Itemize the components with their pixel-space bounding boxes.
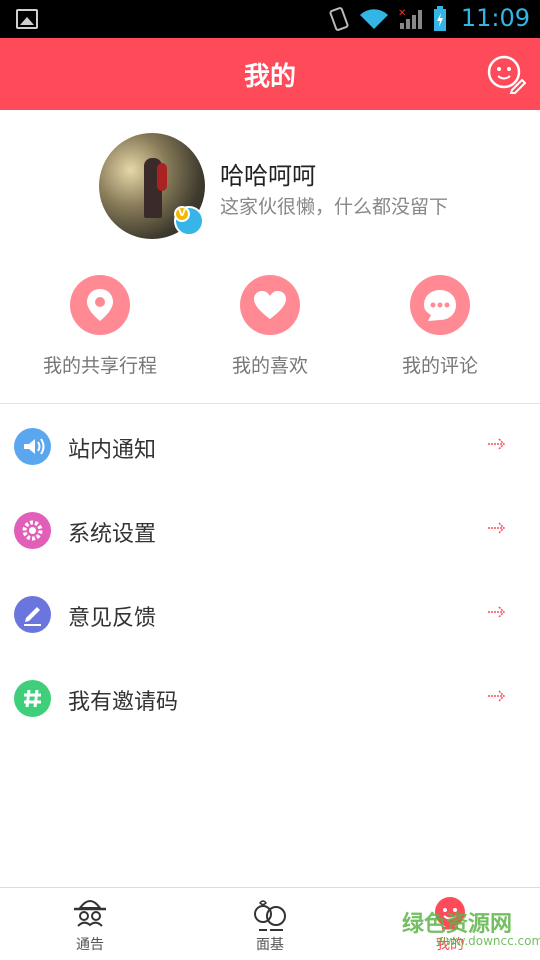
clock: 11:09 [460,4,530,32]
menu-item-invite-code[interactable]: 我有邀请码 [0,656,540,740]
avatar-figure-accent [157,163,167,191]
menu-item-label: 意见反馈 [68,606,157,631]
menu-item-notifications[interactable]: 站内通知 [0,404,540,488]
couple-icon [254,900,286,931]
vip-badge: V [174,206,204,236]
heart-icon [240,275,300,335]
menu-item-label: 我有邀请码 [68,690,179,715]
signal-icon: ✕ [398,8,422,29]
signature: 这家伙很懒，什么都没留下 [220,196,449,218]
quick-action-likes[interactable]: 我的喜欢 [180,275,360,378]
tab-label: 通告 [76,937,104,953]
menu-item-settings[interactable]: 系统设置 [0,488,540,572]
chat-bubble-icon [410,275,470,335]
smiley-pencil-icon[interactable] [486,54,526,94]
quick-action-comments[interactable]: 我的评论 [350,275,530,378]
vip-badge-letter: V [174,206,190,222]
hashtag-icon [14,680,51,717]
tab-announcements[interactable]: 通告 [0,888,180,960]
arrow-right-icon [488,690,506,702]
quick-action-label: 我的共享行程 [42,355,157,377]
arrow-right-icon [488,438,506,450]
quick-action-label: 我的喜欢 [231,355,308,377]
vibrate-icon [329,7,349,31]
speaker-icon [14,428,51,465]
username[interactable]: 哈哈呵呵 [220,156,316,191]
arrow-right-icon [488,522,506,534]
menu-item-label: 站内通知 [68,438,157,463]
quick-action-label: 我的评论 [401,355,478,377]
status-bar: ✕ 11:09 [0,0,540,38]
svg-text:✕: ✕ [398,8,406,19]
gallery-notification-icon [16,9,38,29]
tab-meetup[interactable]: 面基 [180,888,360,960]
menu-item-label: 系统设置 [68,522,157,547]
location-pin-icon [70,275,130,335]
arrow-right-icon [488,606,506,618]
pen-icon [14,596,51,633]
wifi-icon [360,9,388,29]
quick-action-shared-trips[interactable]: 我的共享行程 [10,275,190,378]
hat-mustache-icon [74,900,106,927]
watermark-url: www.downcc.com [436,934,540,948]
page-title: 我的 [243,62,296,92]
battery-icon [434,6,446,31]
tab-label: 面基 [256,937,284,953]
app-header: 我的 [0,38,540,110]
gear-icon [14,512,51,549]
menu-item-feedback[interactable]: 意见反馈 [0,572,540,656]
status-icons: ✕ [328,6,448,32]
